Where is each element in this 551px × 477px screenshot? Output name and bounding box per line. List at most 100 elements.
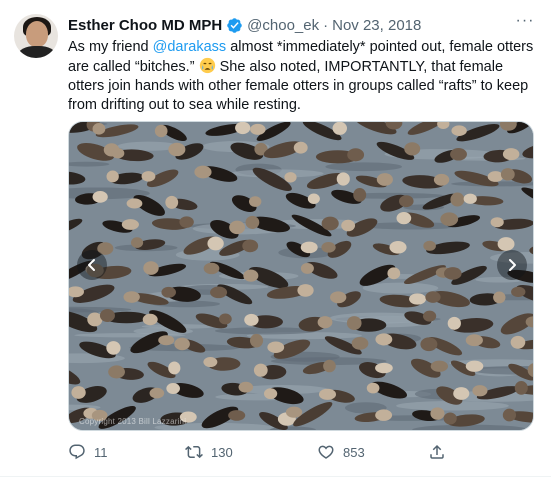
otter-head xyxy=(142,313,158,326)
tweet[interactable]: Esther Choo MD MPH @choo_ek · Nov 23, 20… xyxy=(0,0,551,477)
otter-head xyxy=(375,362,393,374)
otter-head xyxy=(425,291,441,303)
otter-head xyxy=(245,215,260,229)
otter-head xyxy=(284,172,297,183)
tweet-text: As my friend @darakass almost *immediate… xyxy=(68,38,534,115)
otter-head xyxy=(387,267,401,280)
retweet-button[interactable]: 130 xyxy=(185,441,233,463)
share-button[interactable] xyxy=(428,441,446,463)
tweet-date[interactable]: Nov 23, 2018 xyxy=(332,17,421,34)
otter-head xyxy=(317,316,333,329)
otter-head xyxy=(420,337,438,352)
otter-head xyxy=(285,406,303,418)
otter-head xyxy=(336,172,350,186)
otter-head xyxy=(168,361,181,375)
otter-head xyxy=(243,269,259,282)
otter-head xyxy=(166,382,180,394)
media-prev-button[interactable] xyxy=(77,250,107,280)
otter-head xyxy=(174,337,190,351)
otter-head xyxy=(108,365,125,379)
otter-head xyxy=(143,261,159,275)
otter-head xyxy=(346,316,362,331)
otter-head xyxy=(447,316,461,330)
reply-icon xyxy=(69,444,85,460)
otter-head xyxy=(423,240,436,251)
otter-head xyxy=(318,388,337,400)
water-ripple xyxy=(362,282,439,294)
chevron-left-icon xyxy=(88,259,95,271)
media-watermark: Copyright 2013 Bill Lazzarini xyxy=(79,417,187,426)
otter-head xyxy=(250,123,266,135)
otter-head xyxy=(510,335,526,349)
otter-head xyxy=(375,409,393,421)
otter-head xyxy=(511,286,526,297)
separator-dot: · xyxy=(323,16,329,34)
author-handle[interactable]: @choo_ek xyxy=(247,17,319,34)
reply-count: 11 xyxy=(94,444,108,460)
otter-head xyxy=(123,291,140,303)
verified-badge-icon xyxy=(226,17,243,34)
otter-head xyxy=(323,359,336,373)
avatar[interactable] xyxy=(14,14,58,58)
otter-head xyxy=(238,381,254,393)
otter-head xyxy=(502,148,520,161)
otter-head xyxy=(443,267,462,280)
otter-head xyxy=(130,237,144,248)
otter-head xyxy=(332,122,347,135)
otter-head xyxy=(168,142,186,157)
otter-head xyxy=(502,408,517,422)
reply-button[interactable]: 11 xyxy=(68,441,108,463)
retweet-count: 130 xyxy=(211,444,233,460)
otter-head xyxy=(307,193,320,204)
otter-head xyxy=(351,336,369,350)
otter-head xyxy=(92,123,106,135)
avatar-shirt xyxy=(18,46,56,58)
otter-head xyxy=(149,387,165,399)
otter-head xyxy=(341,219,356,232)
chevron-right-icon xyxy=(509,259,516,271)
otter-head xyxy=(263,388,278,400)
retweet-icon xyxy=(185,445,203,459)
like-count: 853 xyxy=(343,444,365,460)
crying-face-emoji xyxy=(199,57,216,74)
otter-head xyxy=(376,173,393,186)
otter-head xyxy=(106,341,121,355)
otter-head xyxy=(158,335,175,346)
otter-head xyxy=(235,122,251,135)
otter-head xyxy=(218,313,232,325)
otter-head xyxy=(248,196,262,207)
otter-head xyxy=(203,356,218,368)
otter-head xyxy=(450,192,465,207)
otter-head xyxy=(194,165,212,179)
more-options-icon[interactable]: ··· xyxy=(515,13,535,34)
otter-head xyxy=(430,360,449,372)
otter-head xyxy=(300,262,314,274)
otter-head xyxy=(297,284,314,297)
otter-head xyxy=(71,386,86,399)
otter-head xyxy=(453,387,470,400)
otter-head xyxy=(404,142,421,156)
otter-head xyxy=(92,191,108,203)
otter-head xyxy=(330,291,347,304)
otter-head xyxy=(433,173,450,186)
tweet-media-photo[interactable]: Copyright 2013 Bill Lazzarini xyxy=(68,121,534,431)
otter-head xyxy=(154,124,168,138)
author-name[interactable]: Esther Choo MD MPH xyxy=(68,17,222,34)
otter-head xyxy=(165,195,179,209)
otter-head xyxy=(353,188,367,202)
otter-head xyxy=(250,333,264,348)
otter-head xyxy=(293,141,308,154)
otter-head xyxy=(228,410,246,421)
share-icon xyxy=(430,444,444,459)
otter-head xyxy=(514,380,528,395)
otter-head xyxy=(229,220,246,235)
mention-link[interactable]: @darakass xyxy=(153,39,227,55)
otter-head xyxy=(450,148,467,161)
water-ripple xyxy=(325,162,402,172)
otter-head xyxy=(210,286,228,299)
like-button[interactable]: 853 xyxy=(317,441,365,463)
media-next-button[interactable] xyxy=(497,250,527,280)
otter-head xyxy=(321,242,336,253)
otter-head xyxy=(244,313,259,326)
otter-head xyxy=(347,148,365,162)
